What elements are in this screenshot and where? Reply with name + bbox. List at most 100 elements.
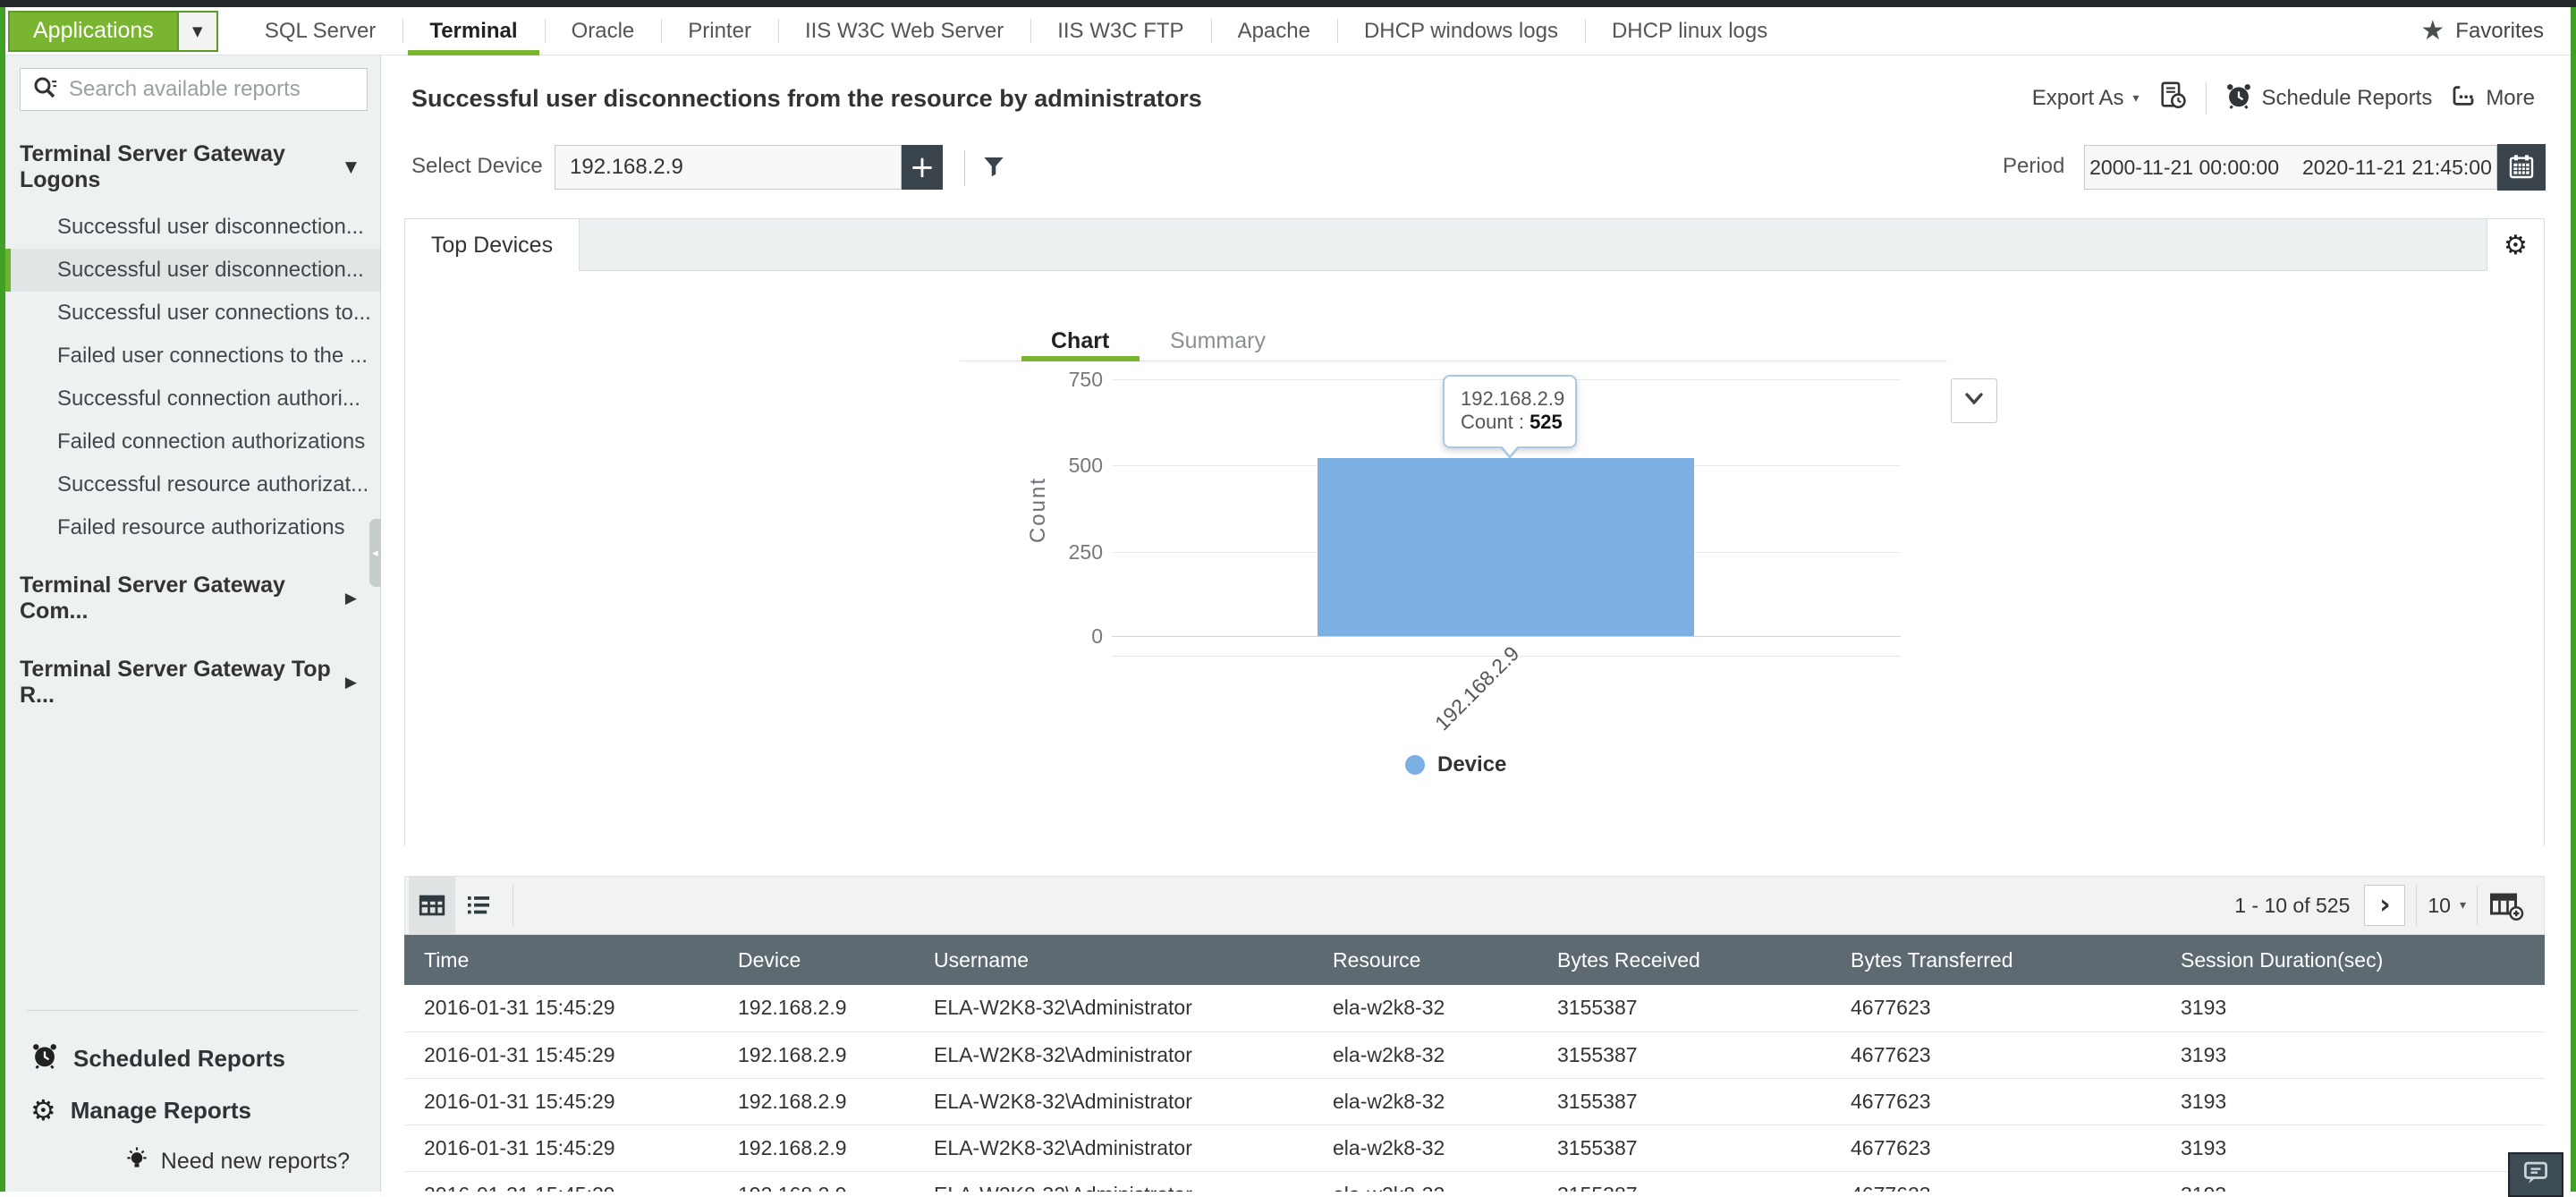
tab-apache[interactable]: Apache [1211, 7, 1337, 55]
alarm-clock-icon [2224, 81, 2253, 116]
tab-printer[interactable]: Printer [661, 7, 778, 55]
active-tab-underline [1021, 356, 1140, 361]
report-data-table: Time Device Username Resource Bytes Rece… [404, 935, 2545, 1192]
report-search-box[interactable] [20, 68, 368, 111]
panel-tab-strip: Top Devices ⚙ [405, 219, 2544, 271]
table-view-button[interactable] [409, 877, 455, 934]
sidebar-collapse-handle[interactable]: ◂ [369, 519, 381, 587]
search-input[interactable] [69, 77, 356, 102]
cell-session-duration: 3193 [2161, 1125, 2545, 1171]
star-icon: ★ [2420, 18, 2445, 45]
y-axis-tick-0: 0 [1031, 623, 1103, 649]
export-as-label: Export As [2032, 86, 2124, 111]
period-end-value: 2020-11-21 21:45:00 [2302, 156, 2492, 180]
top-navigation-bar: Applications ▼ SQL Server Terminal Oracl… [5, 7, 2571, 55]
sidebar-item-successful-user-connections[interactable]: Successful user connections to... [5, 292, 380, 335]
sidebar-item-successful-user-disconnections-2[interactable]: Successful user disconnection... [5, 249, 380, 292]
chart-type-dropdown-button[interactable] [1951, 378, 1997, 423]
lightbulb-icon [123, 1145, 150, 1178]
device-input[interactable] [555, 145, 902, 190]
tab-sql-server[interactable]: SQL Server [238, 7, 403, 55]
column-header-bytes-transferred: Bytes Transferred [1831, 935, 2161, 985]
sidebar-group-terminal-server-gateway-logons[interactable]: Terminal Server Gateway Logons ▼ [5, 118, 380, 202]
sidebar-item-successful-connection-auth[interactable]: Successful connection authori... [5, 378, 380, 420]
pagination: 1 - 10 of 525 › 10 ▾ [2234, 885, 2544, 926]
window-top-edge [0, 0, 2576, 7]
tab-iis-w3c-ftp[interactable]: IIS W3C FTP [1030, 7, 1210, 55]
cell-device: 192.168.2.9 [718, 1171, 914, 1192]
tab-chart[interactable]: Chart [1051, 323, 1109, 359]
tab-dhcp-linux-logs[interactable]: DHCP linux logs [1585, 7, 1794, 55]
need-new-reports-link[interactable]: Need new reports? [5, 1136, 380, 1186]
tooltip-device: 192.168.2.9 [1461, 387, 1575, 411]
sidebar-item-successful-resource-auth[interactable]: Successful resource authorizat... [5, 463, 380, 506]
cell-bytes-received: 3155387 [1538, 1031, 1831, 1078]
tab-top-devices[interactable]: Top Devices [404, 219, 580, 271]
divider [2206, 82, 2207, 115]
manage-columns-button[interactable] [2488, 889, 2524, 921]
sidebar-item-successful-user-disconnections-1[interactable]: Successful user disconnection... [5, 206, 380, 249]
report-list: Successful user disconnection... Success… [5, 206, 380, 549]
cell-username: ELA-W2K8-32\Administrator [914, 1031, 1313, 1078]
more-button[interactable]: More [2450, 82, 2535, 115]
bar-192-168-2-9[interactable] [1318, 458, 1694, 636]
scheduled-reports-link[interactable]: Scheduled Reports [5, 1032, 380, 1084]
sidebar-group-terminal-server-gateway-com[interactable]: Terminal Server Gateway Com... ▶ [5, 549, 380, 633]
cell-username: ELA-W2K8-32\Administrator [914, 1125, 1313, 1171]
export-history-button[interactable] [2157, 81, 2188, 117]
favorites-button[interactable]: ★ Favorites [2420, 18, 2544, 45]
group-label: Terminal Server Gateway Com... [20, 573, 345, 624]
chevron-down-icon: ▾ [2460, 898, 2466, 913]
tab-terminal[interactable]: Terminal [402, 7, 544, 55]
more-label: More [2486, 86, 2535, 111]
filter-row: Select Device + Period 2000-11-21 00:00:… [381, 141, 2571, 199]
filter-icon[interactable] [980, 152, 1007, 185]
chevron-down-icon[interactable]: ▼ [177, 13, 216, 50]
manage-reports-label: Manage Reports [71, 1097, 251, 1125]
top-devices-panel: Top Devices ⚙ Chart Summary 750 500 250 … [404, 218, 2545, 845]
cell-time: 2016-01-31 15:45:29 [404, 1078, 718, 1125]
next-page-button[interactable]: › [2364, 885, 2405, 926]
chat-support-button[interactable] [2508, 1152, 2563, 1197]
calendar-icon [2507, 152, 2536, 183]
sidebar-group-terminal-server-gateway-top-r[interactable]: Terminal Server Gateway Top R... ▶ [5, 633, 380, 717]
tab-iis-w3c-web-server[interactable]: IIS W3C Web Server [778, 7, 1030, 55]
sidebar-item-failed-user-connections[interactable]: Failed user connections to the ... [5, 335, 380, 378]
table-toolbar: 1 - 10 of 525 › 10 ▾ [404, 876, 2545, 935]
y-axis-title: Count [1026, 456, 1051, 564]
manage-reports-link[interactable]: ⚙ Manage Reports [5, 1084, 380, 1136]
column-header-device: Device [718, 935, 914, 985]
tab-summary[interactable]: Summary [1170, 323, 1266, 359]
panel-settings-button[interactable]: ⚙ [2487, 219, 2544, 271]
add-device-button[interactable]: + [902, 145, 943, 190]
page-size-dropdown[interactable]: 10 ▾ [2428, 894, 2466, 918]
window-right-edge [2571, 7, 2576, 1192]
calendar-button[interactable] [2497, 144, 2546, 191]
chart-tooltip: 192.168.2.9 Count : 525 [1443, 375, 1577, 448]
applications-menu-button[interactable]: Applications ▼ [8, 11, 218, 52]
cell-username: ELA-W2K8-32\Administrator [914, 1171, 1313, 1192]
chart-panel-body: Chart Summary 750 500 250 0 192.168.2.9 … [405, 271, 2544, 845]
export-as-button[interactable]: Export As ▾ [2032, 86, 2140, 111]
table-row: 2016-01-31 15:45:29 192.168.2.9 ELA-W2K8… [404, 1125, 2545, 1171]
legend-device[interactable]: Device [1405, 752, 1506, 777]
group-label: Terminal Server Gateway Logons [20, 141, 345, 193]
cell-resource: ela-w2k8-32 [1313, 985, 1538, 1031]
window-left-edge [0, 7, 5, 1192]
cell-username: ELA-W2K8-32\Administrator [914, 1078, 1313, 1125]
divider [2477, 886, 2478, 925]
cell-bytes-received: 3155387 [1538, 985, 1831, 1031]
period-label: Period [2003, 141, 2064, 191]
sidebar-item-failed-resource-auth[interactable]: Failed resource authorizations [5, 506, 380, 549]
divider [2416, 886, 2417, 925]
tab-oracle[interactable]: Oracle [545, 7, 662, 55]
sidebar-item-failed-connection-auth[interactable]: Failed connection authorizations [5, 420, 380, 463]
y-axis-tick-750: 750 [1031, 366, 1103, 393]
app-tabs: SQL Server Terminal Oracle Printer IIS W… [238, 7, 1794, 55]
period-range-field[interactable]: 2000-11-21 00:00:00 2020-11-21 21:45:00 [2084, 145, 2497, 190]
schedule-reports-button[interactable]: Schedule Reports [2224, 81, 2433, 116]
cell-bytes-transferred: 4677623 [1831, 1125, 2161, 1171]
list-view-button[interactable] [455, 877, 502, 934]
document-clock-icon [2157, 81, 2188, 117]
tab-dhcp-windows-logs[interactable]: DHCP windows logs [1337, 7, 1585, 55]
